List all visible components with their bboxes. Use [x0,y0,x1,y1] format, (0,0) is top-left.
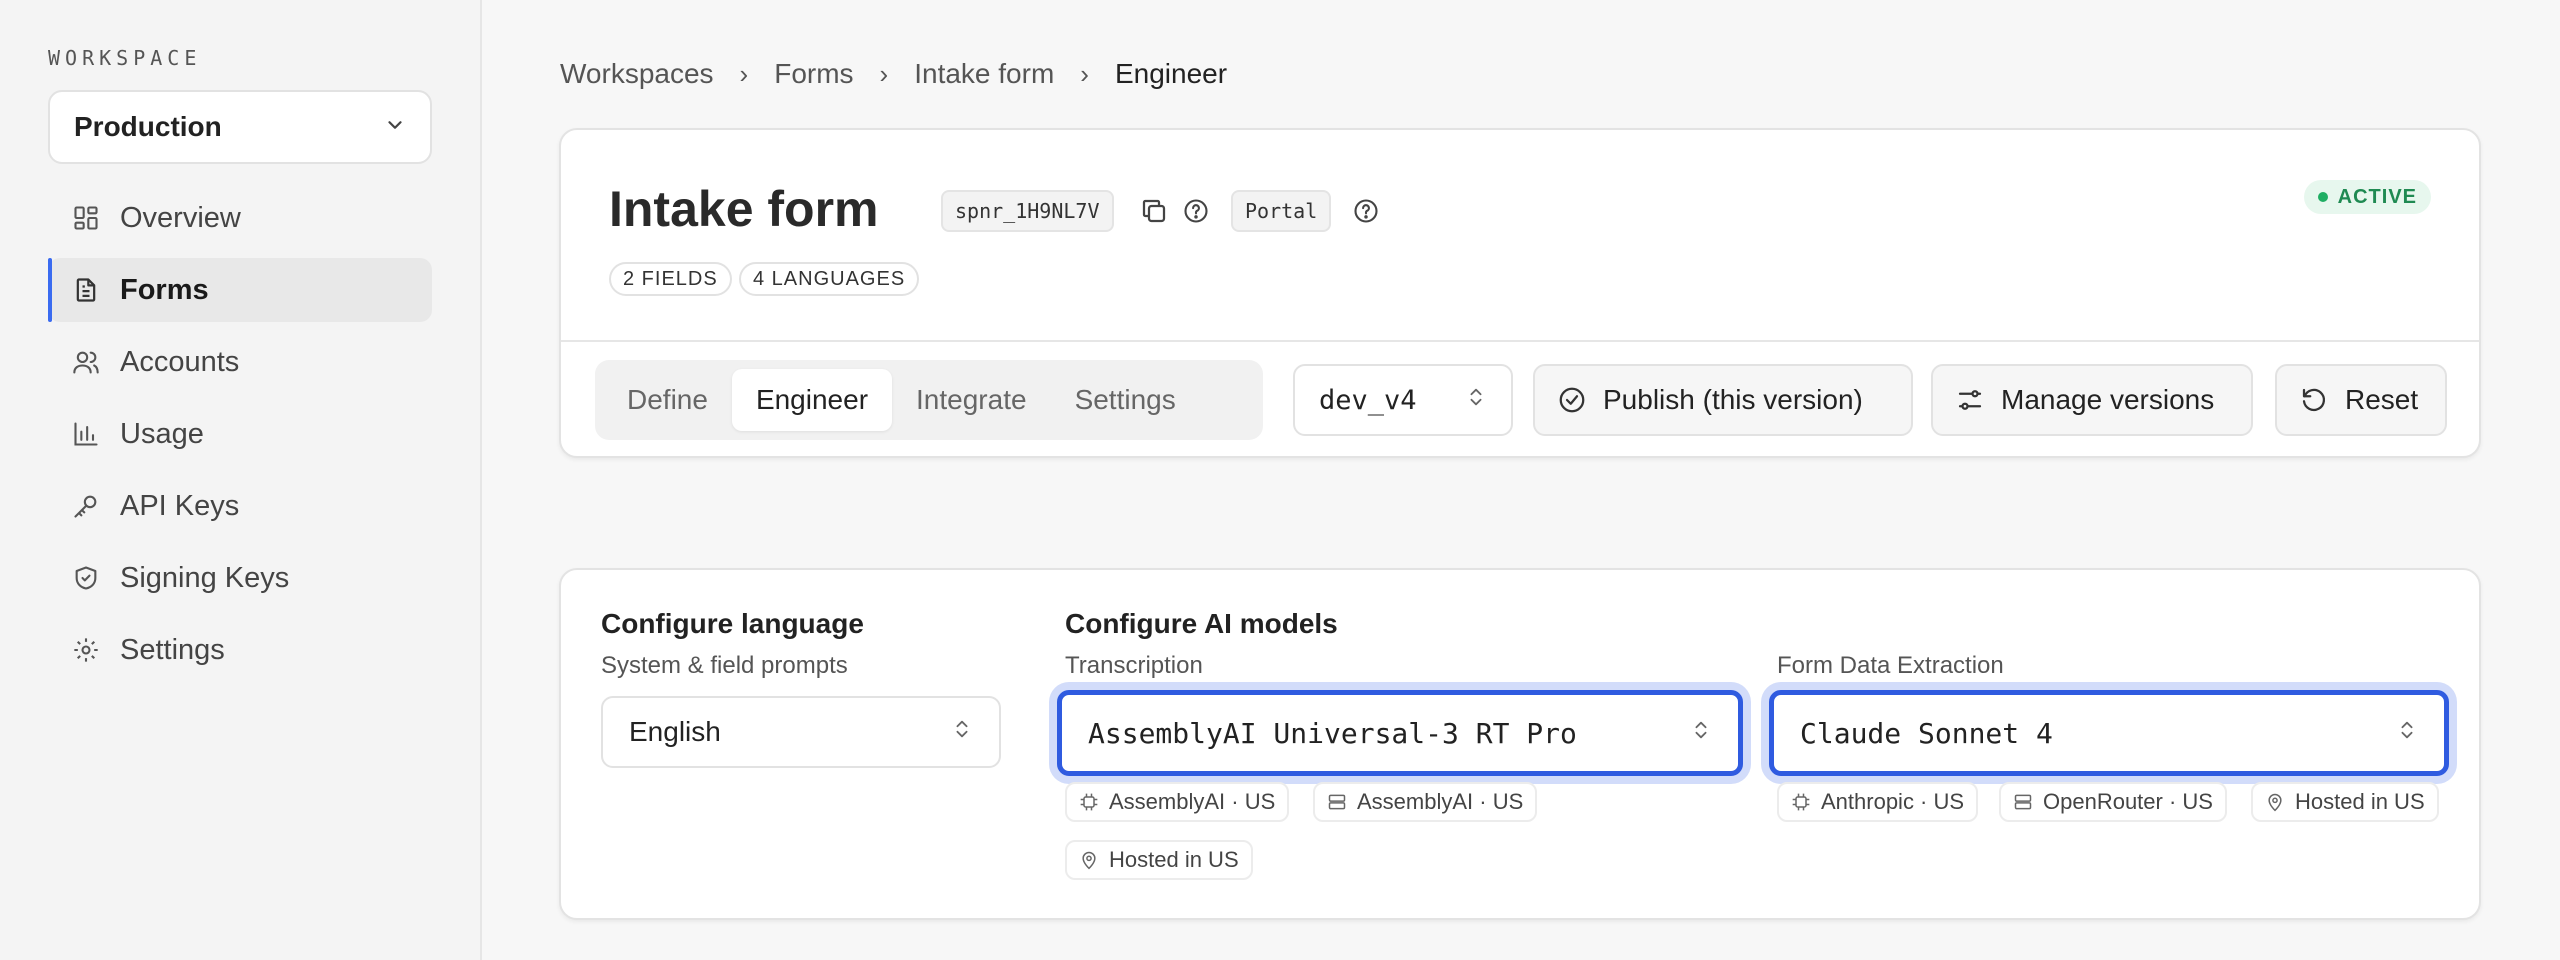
transcription-tag-hosted: Hosted in US [1065,840,1253,880]
extraction-tag-server: OpenRouter · US [1999,782,2227,822]
version-value: dev_v4 [1319,384,1417,416]
sidebar-item-usage[interactable]: Usage [48,402,432,466]
form-id-chip: spnr_1H9NL7V [941,190,1114,232]
language-value: English [629,716,721,747]
tag-label: Hosted in US [2295,789,2425,814]
bar-chart-icon [70,418,102,450]
tag-label: AssemblyAI · US [1357,789,1524,814]
gear-icon [70,634,102,666]
tag-label: Hosted in US [1109,847,1239,872]
breadcrumb: Workspaces › Forms › Intake form › Engin… [560,58,1227,90]
form-header-card: Intake form spnr_1H9NL7V Portal ACTIVE 2… [559,128,2481,458]
chevron-up-down-icon [1690,717,1712,750]
models-section-title: Configure AI models [1065,608,1338,639]
extraction-tag-hosted: Hosted in US [2251,782,2439,822]
transcription-model-select[interactable]: AssemblyAI Universal-3 RT Pro [1057,690,1743,776]
copy-icon[interactable] [1137,194,1171,228]
map-pin-icon [1079,850,1099,870]
chevron-right-icon: › [879,58,889,89]
sidebar-item-label: Settings [120,633,225,666]
language-section-subtitle: System & field prompts [601,652,848,679]
rotate-ccw-icon [2299,385,2329,415]
tab-engineer[interactable]: Engineer [731,369,893,431]
tab-integrate[interactable]: Integrate [892,369,1051,431]
extraction-model-select[interactable]: Claude Sonnet 4 [1769,690,2449,776]
manage-versions-label: Manage versions [2001,384,2215,415]
chip-icon [1079,792,1099,812]
sidebar-item-label: Accounts [120,345,240,378]
transcription-tag-server: AssemblyAI · US [1313,782,1538,822]
status-label: ACTIVE [2337,185,2417,208]
header-divider [561,340,2479,342]
sidebar-item-accounts[interactable]: Accounts [48,330,432,394]
check-circle-icon [1557,385,1587,415]
sidebar-item-label: Usage [120,417,204,450]
sidebar-item-label: Forms [120,273,209,306]
extraction-tag-provider: Anthropic · US [1777,782,1979,822]
status-dot-icon [2317,192,2328,202]
breadcrumb-intake-form[interactable]: Intake form [914,58,1054,90]
sliders-icon [1955,385,1985,415]
sidebar-item-label: Signing Keys [120,561,290,594]
map-pin-icon [2265,792,2285,812]
language-select[interactable]: English [601,696,1001,768]
tag-label: Anthropic · US [1821,789,1965,814]
users-icon [70,346,102,378]
tab-settings[interactable]: Settings [1051,369,1200,431]
breadcrumb-workspaces[interactable]: Workspaces [560,58,714,90]
publish-label: Publish (this version) [1603,384,1863,415]
chevron-down-icon [384,114,406,141]
workspace-value: Production [74,111,222,142]
chevron-up-down-icon [2396,717,2418,750]
shield-check-icon [70,562,102,594]
manage-versions-button[interactable]: Manage versions [1931,364,2253,436]
config-card: Configure language System & field prompt… [559,568,2481,920]
help-icon[interactable] [1349,194,1383,228]
sidebar-item-forms[interactable]: Forms [48,258,432,322]
breadcrumb-forms[interactable]: Forms [774,58,853,90]
tag-label: OpenRouter · US [2043,789,2213,814]
publish-button[interactable]: Publish (this version) [1533,364,1913,436]
chevron-right-icon: › [739,58,749,89]
sidebar-item-overview[interactable]: Overview [48,186,432,250]
workspace-label: WORKSPACE [48,46,202,70]
chip-icon [1791,792,1811,812]
key-icon [70,490,102,522]
sidebar-item-signing-keys[interactable]: Signing Keys [48,546,432,610]
extraction-model-value: Claude Sonnet 4 [1800,716,2053,750]
sidebar: WORKSPACE Production Overview Forms Acco… [0,0,482,960]
reset-label: Reset [2345,384,2419,415]
tab-bar: Define Engineer Integrate Settings [595,360,1263,440]
sidebar-nav: Overview Forms Accounts Usage API Keys S… [48,186,432,690]
page-title: Intake form [609,181,879,237]
chevron-right-icon: › [1080,58,1089,89]
server-icon [1327,792,1347,812]
chevron-up-down-icon [951,716,973,749]
reset-button[interactable]: Reset [2275,364,2447,436]
sidebar-item-settings[interactable]: Settings [48,618,432,682]
transcription-tag-provider: AssemblyAI · US [1065,782,1290,822]
languages-count-badge: 4 LANGUAGES [739,262,920,296]
version-select[interactable]: dev_v4 [1293,364,1513,436]
workspace-select[interactable]: Production [48,90,432,164]
transcription-label: Transcription [1065,652,1203,679]
status-badge: ACTIVE [2303,180,2431,214]
tab-define[interactable]: Define [603,369,732,431]
extraction-label: Form Data Extraction [1777,652,2004,679]
grid-icon [70,202,102,234]
portal-chip: Portal [1231,190,1332,232]
language-section-title: Configure language [601,608,864,639]
breadcrumb-current: Engineer [1114,58,1228,89]
sidebar-item-api-keys[interactable]: API Keys [48,474,432,538]
chevron-up-down-icon [1465,384,1487,417]
tag-label: AssemblyAI · US [1109,789,1276,814]
sidebar-item-label: API Keys [120,489,240,522]
sidebar-item-label: Overview [120,201,241,234]
document-icon [70,274,102,306]
transcription-model-value: AssemblyAI Universal-3 RT Pro [1088,716,1577,750]
help-icon[interactable] [1179,194,1213,228]
server-icon [2013,792,2033,812]
fields-count-badge: 2 FIELDS [609,262,732,296]
